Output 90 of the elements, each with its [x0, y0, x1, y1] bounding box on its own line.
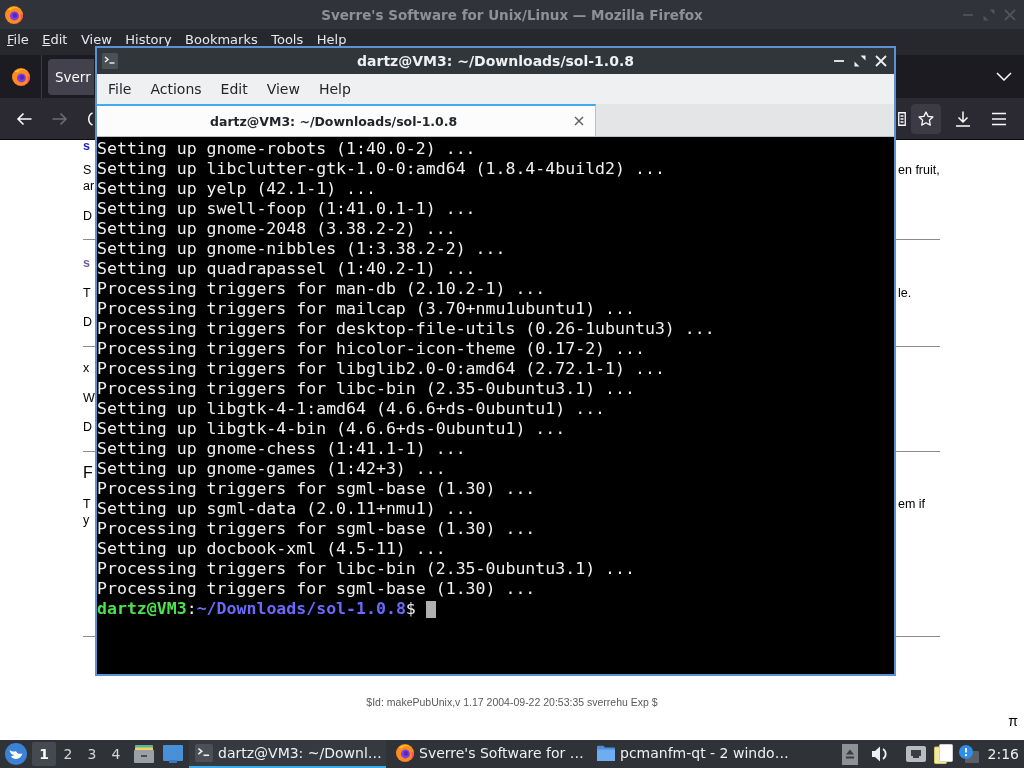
bookmark-button[interactable]	[911, 103, 941, 134]
terminal-line: Setting up libgtk-4-1:amd64 (4.6.6+ds-0ubuntu1) ...	[97, 399, 606, 419]
terminal-tab[interactable]: dartz@VM3: ~/Downloads/sol-1.0.8	[97, 104, 596, 136]
paragraph-text: T	[83, 284, 91, 301]
terminal-line: Setting up docbook-xml (4.5-11) ...	[97, 539, 446, 559]
paragraph-text: y	[83, 512, 90, 528]
terminal-line: Setting up gnome-nibbles (1:3.38.2-2) ...	[97, 239, 506, 259]
link-text[interactable]: s	[83, 140, 90, 152]
menu-item[interactable]: Edit	[42, 33, 68, 46]
terminal-line: Setting up gnome-robots (1:40.0-2) ...	[97, 139, 476, 159]
desktop-button[interactable]: 1	[32, 742, 56, 766]
paragraph-text: em if	[898, 496, 926, 512]
menu-item[interactable]: Help	[318, 81, 351, 97]
shell-prompt: dartz@VM3:~/Downloads/sol-1.0.8$	[97, 599, 416, 619]
taskbar-button[interactable]: pcmanfm-qt - 2 windo…	[591, 740, 788, 768]
network-icon[interactable]	[905, 746, 926, 762]
terminal-line: Setting up quadrapassel (1:40.2-1) ...	[97, 259, 476, 279]
desktop-button[interactable]: 2	[56, 742, 80, 766]
terminal-line: Setting up gnome-chess (1:41.1-1) ...	[97, 439, 466, 459]
menu-item[interactable]: View	[80, 33, 112, 46]
menu-icon[interactable]	[991, 110, 1007, 127]
download-icon[interactable]	[955, 110, 971, 127]
close-icon[interactable]	[574, 116, 584, 126]
terminal-line: Setting up libclutter-gtk-1.0-0:amd64 (1.8.4-4build2) ...	[97, 159, 665, 179]
taskbar-button[interactable]: dartz@VM3: ~/Downl…	[189, 740, 386, 768]
terminal-line: Setting up gnome-2048 (3.38.2-2) ...	[97, 219, 456, 239]
terminal-line: Processing triggers for man-db (2.10.2-1) ...	[97, 279, 546, 299]
menu-item[interactable]: File	[7, 33, 29, 46]
paragraph-text: D	[83, 314, 93, 330]
menu-item[interactable]: Actions	[150, 81, 202, 97]
window-title: Sverre's Software for Unix/Linux — Mozilla Firefox	[321, 6, 703, 23]
window-title: dartz@VM3: ~/Downloads/sol-1.0.8	[357, 53, 634, 69]
paragraph-text: le.	[898, 284, 912, 301]
terminal-line: Setting up libgtk-4-bin (4.6.6+ds-0ubuntu1) ...	[97, 419, 566, 439]
heading-text: F	[83, 462, 93, 483]
browser-tab[interactable]: Sverr	[48, 58, 94, 95]
symbol-text: π	[1008, 713, 1018, 729]
reload-icon[interactable]	[87, 111, 93, 126]
terminal-line: Processing triggers for libc-bin (2.35-0ubuntu3.1) ...	[97, 379, 635, 399]
page-icon[interactable]	[898, 111, 906, 126]
menu-item[interactable]: Bookmarks	[185, 33, 258, 46]
volume-icon[interactable]	[870, 745, 888, 763]
link-text[interactable]: s	[83, 255, 90, 271]
browser-logo-icon	[396, 744, 414, 762]
terminal-line: Processing triggers for sgml-base (1.30) ...	[97, 579, 536, 599]
chevron-down-icon[interactable]	[996, 72, 1012, 81]
back-arrow-icon[interactable]	[16, 110, 32, 127]
star-icon	[918, 110, 934, 127]
terminal-line: Setting up yelp (42.1-1) ...	[97, 179, 376, 199]
paragraph-text: D	[83, 419, 93, 435]
terminal-icon	[102, 53, 118, 69]
terminal-line: Processing triggers for libglib2.0-0:amd64 (2.72.1-1) ...	[97, 359, 665, 379]
terminal-line: Processing triggers for hicolor-icon-theme (0.17-2) ...	[97, 339, 645, 359]
terminal-icon	[195, 744, 213, 762]
browser-logo-icon[interactable]	[11, 67, 30, 86]
file-cabinet-icon[interactable]	[134, 745, 154, 763]
terminal-line: Processing triggers for mailcap (3.70+nmu1ubuntu1) ...	[97, 299, 635, 319]
paragraph-text: ar	[83, 178, 95, 194]
paragraph-text: x	[83, 360, 90, 376]
paragraph-text: S	[83, 162, 92, 178]
terminal-line: Processing triggers for desktop-file-utils (0.26-1ubuntu3) ...	[97, 319, 715, 339]
terminal-line: Processing triggers for sgml-base (1.30) ...	[97, 519, 536, 539]
terminal-line: Setting up swell-foop (1:41.0.1-1) ...	[97, 199, 476, 219]
desktop-button[interactable]: 3	[80, 742, 104, 766]
notification-icon[interactable]	[958, 745, 979, 763]
paragraph-text: D	[83, 207, 93, 224]
terminal-line: Setting up sgml-data (2.0.11+nmu1) ...	[97, 499, 476, 519]
menu-item[interactable]: File	[108, 81, 132, 97]
browser-logo-icon	[5, 5, 23, 24]
terminal-line: Processing triggers for sgml-base (1.30) ...	[97, 479, 536, 499]
block-cursor-icon	[425, 600, 436, 618]
paragraph-text: W	[83, 389, 95, 406]
folder-icon	[597, 744, 615, 762]
eject-icon[interactable]	[841, 743, 858, 765]
paragraph-text: en fruit,	[898, 162, 940, 178]
menu-item[interactable]: Help	[316, 33, 347, 46]
monitor-icon[interactable]	[163, 745, 183, 763]
taskbar-button[interactable]: Sverre's Software for …	[390, 740, 587, 768]
menu-item[interactable]: View	[266, 81, 300, 97]
bird-logo-icon[interactable]	[5, 743, 27, 765]
terminal-line: Setting up gnome-games (1:42+3) ...	[97, 459, 446, 479]
terminal-line: Processing triggers for libc-bin (2.35-0ubuntu3.1) ...	[97, 559, 635, 579]
notes-icon[interactable]	[933, 744, 953, 764]
menu-item[interactable]: Tools	[271, 33, 304, 46]
clock-text[interactable]: 2:16	[987, 746, 1019, 762]
desktop-button[interactable]: 4	[104, 742, 128, 766]
footer-text: $Id: makePubUnix,v 1.17 2004-09-22 20:53:35 sverrehu Exp $	[366, 695, 658, 709]
menu-item[interactable]: History	[125, 33, 172, 46]
menu-item[interactable]: Edit	[220, 81, 248, 97]
paragraph-text: T	[83, 496, 91, 512]
